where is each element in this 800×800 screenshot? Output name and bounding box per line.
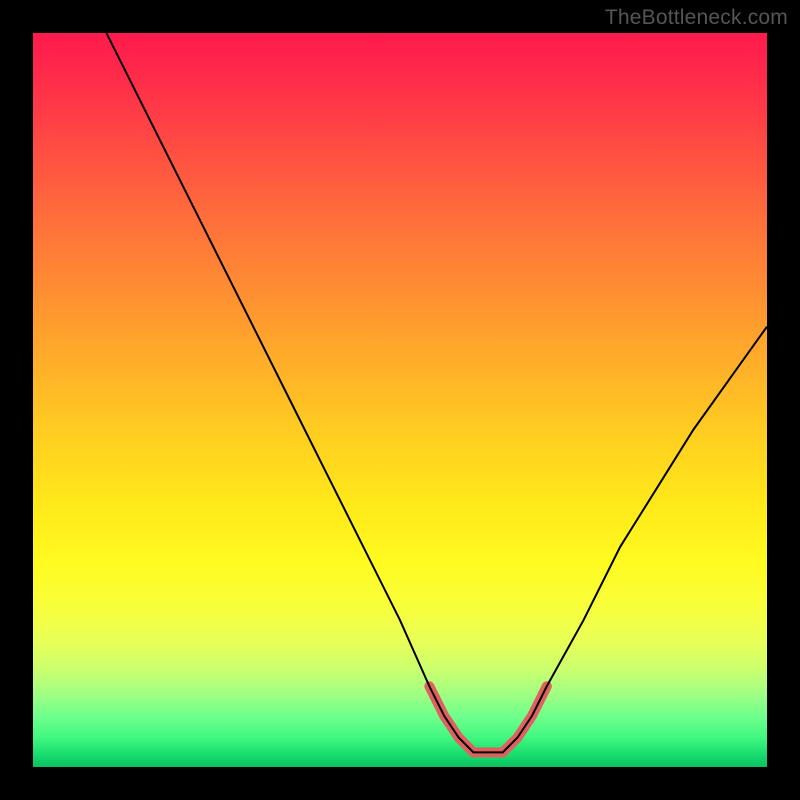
plot-area bbox=[33, 33, 767, 767]
watermark-text: TheBottleneck.com bbox=[605, 6, 788, 30]
chart-container: TheBottleneck.com bbox=[0, 0, 800, 800]
curve-svg bbox=[33, 33, 767, 767]
main-curve-path bbox=[106, 33, 767, 752]
